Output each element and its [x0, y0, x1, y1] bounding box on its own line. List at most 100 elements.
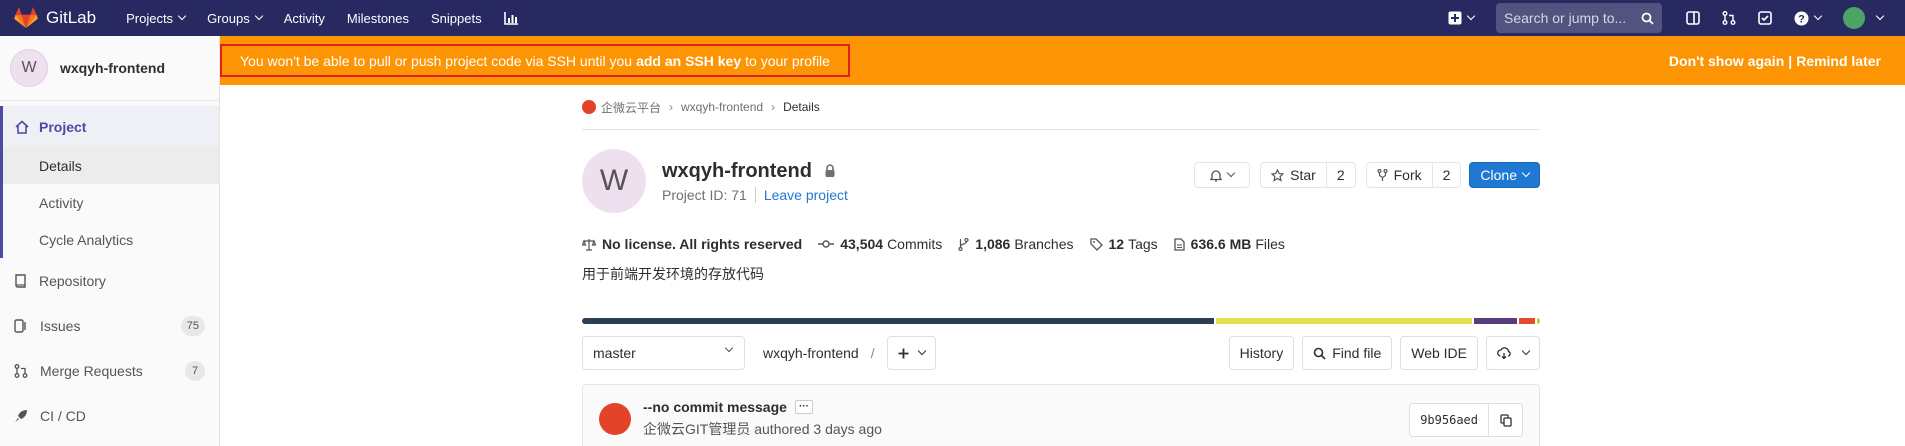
star-count[interactable]: 2	[1326, 162, 1356, 188]
language-segment[interactable]	[1537, 318, 1540, 324]
nav-groups-label: Groups	[207, 10, 250, 26]
sidebar-project-section: Project Details Activity Cycle Analytics	[0, 106, 219, 258]
sidebar-item-repository-label: Repository	[39, 272, 106, 289]
project-title-text: wxqyh-frontend	[662, 159, 812, 182]
commit-message-link[interactable]: --no commit message	[643, 399, 787, 415]
language-segment[interactable]	[1216, 318, 1473, 324]
new-item-dropdown[interactable]	[1448, 11, 1476, 25]
alert-separator: |	[1788, 52, 1793, 69]
add-ssh-key-link[interactable]: add an SSH key	[636, 53, 741, 69]
files-stat[interactable]: 636.6 MB Files	[1174, 236, 1285, 252]
star-icon	[1271, 168, 1285, 182]
scale-icon	[582, 238, 596, 251]
commit-sha-button[interactable]: 9b956aed	[1409, 403, 1489, 437]
language-segment[interactable]	[1474, 318, 1518, 324]
history-button[interactable]: History	[1228, 336, 1295, 370]
svg-text:?: ?	[1798, 13, 1805, 25]
download-dropdown[interactable]	[1486, 336, 1540, 370]
branches-stat[interactable]: 1,086 Branches	[958, 236, 1074, 252]
repository-languages-bar[interactable]	[582, 318, 1540, 324]
breadcrumb-project[interactable]: wxqyh-frontend	[681, 100, 763, 114]
commit-author[interactable]: 企微云GIT管理员	[643, 421, 750, 437]
project-actions: Star 2 Fork 2 Clone	[1194, 162, 1540, 188]
nav-snippets[interactable]: Snippets	[431, 11, 482, 26]
sidebar-toggle-button[interactable]	[1686, 11, 1700, 25]
commit-author-avatar[interactable]	[599, 403, 631, 435]
branch-select-value: master	[593, 345, 636, 361]
fork-label: Fork	[1393, 167, 1422, 183]
sidebar-item-repository[interactable]: Repository	[0, 258, 219, 303]
notification-dropdown[interactable]	[1194, 162, 1251, 188]
commit-meta: 企微云GIT管理员 authored 3 days ago	[643, 419, 882, 439]
clone-button[interactable]: Clone	[1469, 162, 1540, 188]
nav-groups[interactable]: Groups	[207, 10, 263, 26]
merge-requests-button[interactable]	[1722, 11, 1736, 25]
language-segment[interactable]	[582, 318, 1215, 324]
commit-icon	[818, 240, 835, 248]
license-stat[interactable]: No license. All rights reserved	[582, 236, 802, 252]
project-meta: Project ID: 71 Leave project	[662, 186, 848, 203]
breadcrumb-group[interactable]: 企微云平台	[601, 99, 661, 116]
fork-icon	[1377, 168, 1388, 181]
sidebar-item-project[interactable]: Project	[3, 106, 219, 147]
project-main-content: 企微云平台 › wxqyh-frontend › Details W wxqyh…	[582, 85, 1540, 446]
nav-milestones[interactable]: Milestones	[347, 11, 409, 26]
chevron-down-icon	[1521, 168, 1531, 178]
todos-button[interactable]	[1758, 11, 1772, 25]
leave-project-link[interactable]: Leave project	[764, 187, 848, 203]
chevron-right-icon: ›	[771, 100, 776, 114]
remind-later-link[interactable]: Remind later	[1796, 53, 1881, 69]
chevron-down-icon	[1813, 11, 1823, 21]
nav-projects[interactable]: Projects	[126, 11, 187, 26]
web-ide-button[interactable]: Web IDE	[1400, 336, 1478, 370]
rocket-icon	[15, 409, 27, 422]
ssh-key-alert: You won't be able to pull or push projec…	[220, 36, 1905, 85]
project-sidebar: W wxqyh-frontend Project Details Activit…	[0, 36, 220, 446]
sidebar-item-merge-requests[interactable]: Merge Requests 7	[0, 348, 219, 393]
nav-activity[interactable]: Activity	[284, 11, 325, 26]
nav-chart[interactable]	[503, 11, 518, 25]
bell-icon	[1210, 169, 1223, 182]
search-input[interactable]: Search or jump to...	[1496, 3, 1662, 33]
branch-select[interactable]: master	[582, 336, 745, 370]
sidebar-project-avatar: W	[10, 49, 48, 87]
sidebar-project-header[interactable]: W wxqyh-frontend	[0, 36, 219, 101]
tags-stat[interactable]: 12 Tags	[1089, 236, 1158, 252]
language-segment[interactable]	[1519, 318, 1536, 324]
star-button[interactable]: Star	[1260, 162, 1327, 188]
user-menu-dropdown[interactable]	[1843, 7, 1885, 29]
meta-divider	[754, 186, 756, 203]
repo-root-link[interactable]: wxqyh-frontend	[763, 345, 859, 361]
sidebar-subitem-activity[interactable]: Activity	[3, 184, 219, 221]
star-group: Star 2	[1260, 162, 1356, 188]
chevron-down-icon	[254, 11, 263, 21]
copy-sha-button[interactable]	[1489, 403, 1523, 437]
commits-stat[interactable]: 43,504 Commits	[818, 236, 942, 252]
tag-icon	[1089, 237, 1103, 251]
breadcrumb-current[interactable]: Details	[783, 100, 820, 114]
sidebar-item-ci-cd[interactable]: CI / CD	[0, 393, 219, 438]
expand-commit-description-button[interactable]: ···	[794, 400, 813, 414]
license-text: No license. All rights reserved	[602, 236, 803, 252]
fork-group: Fork 2	[1365, 162, 1462, 188]
help-dropdown[interactable]: ?	[1794, 11, 1823, 26]
sidebar-subitem-details[interactable]: Details	[3, 147, 219, 184]
clone-label: Clone	[1480, 167, 1517, 183]
chevron-right-icon: ›	[669, 100, 674, 114]
ssh-key-alert-message: You won't be able to pull or push projec…	[220, 44, 850, 77]
find-file-button[interactable]: Find file	[1302, 336, 1393, 370]
commits-count: 43,504	[840, 236, 884, 252]
gitlab-home-link[interactable]: GitLab	[14, 7, 96, 29]
fork-count[interactable]: 2	[1432, 162, 1462, 188]
add-to-tree-dropdown[interactable]	[886, 336, 936, 370]
fork-button[interactable]: Fork	[1365, 162, 1433, 188]
sidebar-subitem-cycle-analytics[interactable]: Cycle Analytics	[3, 221, 219, 258]
dont-show-again-link[interactable]: Don't show again	[1669, 53, 1784, 69]
project-description: 用于前端开发环境的存放代码	[582, 266, 764, 282]
chevron-down-icon	[724, 343, 734, 353]
brand-name: GitLab	[46, 8, 97, 27]
sidebar-icon	[1686, 11, 1700, 25]
sidebar-item-issues[interactable]: Issues 75	[0, 303, 219, 348]
nav-milestones-label: Milestones	[346, 10, 410, 26]
todo-icon	[1758, 11, 1772, 25]
